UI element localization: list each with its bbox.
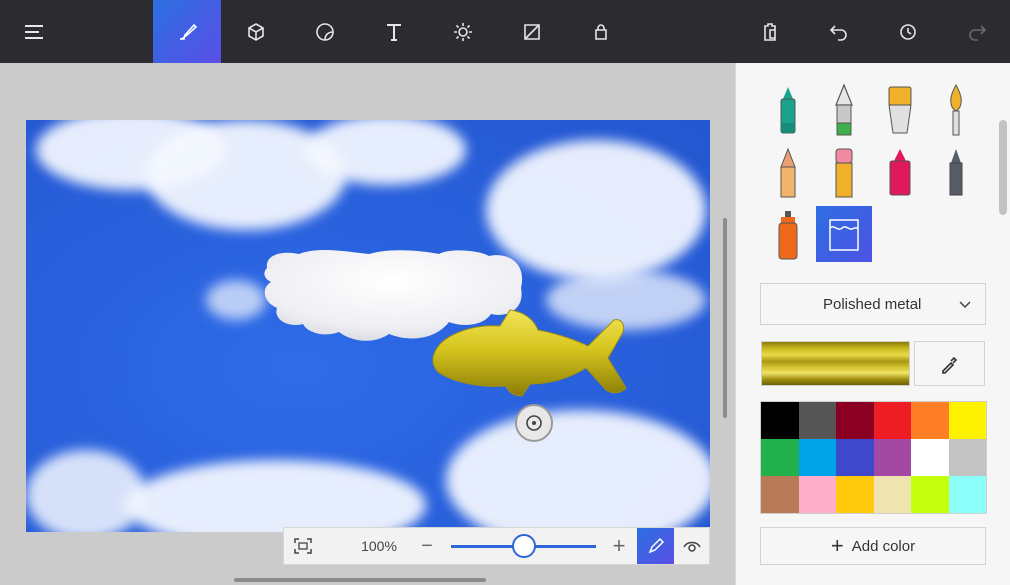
plus-icon: + <box>612 533 626 558</box>
paste-icon <box>764 22 776 41</box>
horizontal-scrollbar[interactable] <box>234 578 486 582</box>
background-cloud <box>446 410 710 532</box>
top-toolbar <box>0 0 1010 63</box>
menu-button[interactable] <box>0 0 68 63</box>
magic-select-button[interactable] <box>567 0 635 63</box>
zoom-in-button[interactable]: + <box>606 528 632 564</box>
stickers-icon <box>316 22 334 41</box>
oil-brush[interactable] <box>872 82 928 138</box>
fill-brush[interactable] <box>816 206 872 262</box>
fit-to-screen-button[interactable] <box>284 528 322 564</box>
calligraphy-pen-brush[interactable] <box>816 82 872 138</box>
spray-can-brush[interactable] <box>760 206 816 262</box>
crayon-brush[interactable] <box>928 144 984 200</box>
text-icon <box>387 23 401 41</box>
canvas-button[interactable] <box>498 0 566 63</box>
fill-bucket-icon <box>829 219 859 251</box>
background-cloud <box>306 120 466 185</box>
undo-icon <box>829 24 847 41</box>
pencil-icon <box>835 148 853 198</box>
color-swatch[interactable] <box>836 439 874 476</box>
add-color-button[interactable]: + Add color <box>760 527 986 565</box>
color-swatch[interactable] <box>836 402 874 439</box>
crayon-icon <box>949 149 963 196</box>
rotate-handle[interactable] <box>515 404 553 442</box>
canvas-icon <box>524 23 540 40</box>
workspace <box>0 63 735 585</box>
eraser-icon <box>889 149 911 196</box>
color-swatch[interactable] <box>948 439 986 476</box>
3d-fish-object[interactable] <box>430 306 630 398</box>
pixel-pen-icon <box>780 147 796 198</box>
background-cloud <box>26 450 146 532</box>
zoom-out-button[interactable]: − <box>416 528 438 564</box>
color-swatch[interactable] <box>761 439 799 476</box>
color-swatch[interactable] <box>948 402 986 439</box>
marker-brush[interactable] <box>760 82 816 138</box>
marker-icon <box>780 87 796 134</box>
eyedropper-button[interactable] <box>914 341 985 386</box>
history-icon <box>900 23 916 40</box>
stickers-button[interactable] <box>291 0 359 63</box>
history-button[interactable] <box>874 0 942 63</box>
pencil-brush[interactable] <box>816 144 872 200</box>
color-swatch[interactable] <box>873 402 911 439</box>
zoom-percentage: 100% <box>361 538 397 554</box>
color-swatch[interactable] <box>873 439 911 476</box>
material-label: Polished metal <box>823 295 922 313</box>
canvas[interactable] <box>26 120 710 532</box>
pixel-pen-brush[interactable] <box>760 144 816 200</box>
minus-icon: − <box>421 534 433 557</box>
current-color-preview[interactable] <box>761 341 910 386</box>
color-swatch[interactable] <box>873 476 911 513</box>
background-cloud <box>206 280 266 320</box>
color-palette <box>760 401 987 514</box>
eye-icon <box>683 541 701 552</box>
spray-can-icon <box>778 211 798 260</box>
chevron-down-icon <box>959 301 971 309</box>
view-mode-button[interactable] <box>674 528 710 564</box>
color-swatch[interactable] <box>761 476 799 513</box>
brushes-tool-button[interactable] <box>153 0 221 63</box>
3d-shapes-button[interactable] <box>222 0 290 63</box>
redo-icon <box>969 24 987 41</box>
pen-icon <box>648 537 664 554</box>
background-cloud <box>126 460 426 532</box>
eraser-brush[interactable] <box>872 144 928 200</box>
color-swatch[interactable] <box>948 476 986 513</box>
calligraphy-pen-icon <box>835 83 853 136</box>
brush-icon <box>179 23 198 40</box>
eyedropper-icon <box>941 356 957 374</box>
color-swatch[interactable] <box>798 476 836 513</box>
magic-select-icon <box>595 23 607 40</box>
fit-screen-icon <box>294 538 312 554</box>
watercolor-icon <box>950 84 962 136</box>
paste-button[interactable] <box>736 0 804 63</box>
zoom-slider-thumb[interactable] <box>511 534 536 558</box>
watercolor-brush[interactable] <box>928 82 984 138</box>
rotate-icon <box>526 415 542 431</box>
color-swatch[interactable] <box>911 439 949 476</box>
oil-brush-icon <box>888 86 912 134</box>
panel-scrollbar[interactable] <box>999 120 1007 215</box>
add-color-label: Add color <box>851 537 916 555</box>
color-swatch[interactable] <box>761 402 799 439</box>
3d-shapes-icon <box>248 22 264 41</box>
undo-button[interactable] <box>805 0 873 63</box>
draw-mode-button[interactable] <box>637 528 674 564</box>
redo-button[interactable] <box>943 0 1010 63</box>
material-dropdown[interactable]: Polished metal <box>760 283 986 325</box>
color-swatch[interactable] <box>911 402 949 439</box>
color-swatch[interactable] <box>836 476 874 513</box>
color-swatch[interactable] <box>798 439 836 476</box>
plus-icon: + <box>830 533 844 558</box>
color-swatch[interactable] <box>911 476 949 513</box>
effects-icon <box>454 22 472 41</box>
text-tool-button[interactable] <box>360 0 428 63</box>
menu-icon <box>25 24 43 39</box>
color-swatch[interactable] <box>798 402 836 439</box>
effects-button[interactable] <box>429 0 497 63</box>
vertical-scrollbar[interactable] <box>723 218 727 418</box>
zoom-bar: 100% − + <box>283 527 710 565</box>
